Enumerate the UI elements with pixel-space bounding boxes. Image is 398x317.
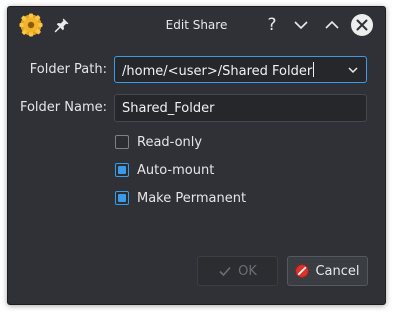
make-permanent-checkbox[interactable] [115,191,129,205]
cancel-icon [295,264,310,278]
read-only-checkbox-row[interactable]: Read-only [115,133,202,151]
close-icon[interactable] [350,13,374,37]
folder-path-input[interactable]: /home/<user>/Shared Folder [122,62,315,79]
ok-button[interactable]: OK [197,256,278,286]
cancel-button[interactable]: Cancel [287,256,368,286]
help-icon[interactable]: ? [262,15,282,35]
make-permanent-checkbox-row[interactable]: Make Permanent [115,189,246,207]
read-only-label[interactable]: Read-only [137,135,202,150]
read-only-checkbox[interactable] [115,135,129,149]
auto-mount-checkbox[interactable] [115,163,129,177]
folder-name-label: Folder Name: [19,100,107,115]
auto-mount-label[interactable]: Auto-mount [137,163,214,178]
edit-share-dialog: Edit Share ? Folder Path: /home/<user>/S… [7,6,386,305]
folder-path-value: /home/<user>/Shared Folder [122,64,313,79]
titlebar[interactable]: Edit Share ? [8,7,385,43]
maximize-icon[interactable] [322,15,342,35]
chevron-down-icon[interactable] [348,65,358,75]
cancel-label: Cancel [315,263,360,279]
folder-name-field[interactable]: Shared_Folder [114,94,367,122]
app-gear-icon[interactable] [19,13,43,37]
folder-name-value: Shared_Folder [122,101,215,116]
checkmark-icon [219,266,231,277]
auto-mount-checkbox-row[interactable]: Auto-mount [115,161,214,179]
folder-path-label: Folder Path: [29,62,107,77]
ok-label: OK [238,263,257,279]
make-permanent-label[interactable]: Make Permanent [137,191,246,206]
text-cursor [313,62,315,77]
folder-path-combobox[interactable]: /home/<user>/Shared Folder [114,56,367,83]
pin-icon[interactable] [54,17,70,33]
minimize-icon[interactable] [291,15,311,35]
